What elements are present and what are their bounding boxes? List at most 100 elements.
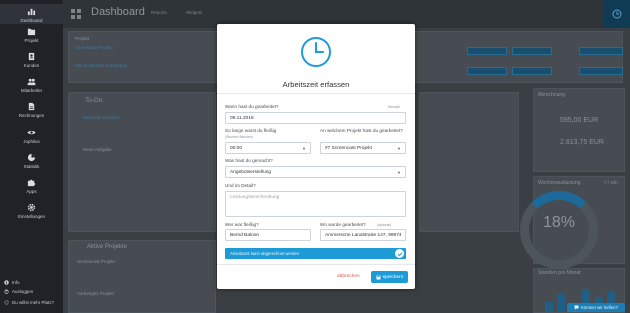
activity-label: Was hast du gemacht? bbox=[225, 158, 273, 163]
puzzle-icon bbox=[27, 179, 36, 187]
info-icon bbox=[4, 280, 9, 285]
todo-title: To-Do bbox=[85, 97, 103, 104]
corner-button[interactable] bbox=[604, 0, 630, 28]
modal-title: Arbeitszeit erfassen bbox=[282, 80, 350, 89]
location-optional-hint: (optional) bbox=[377, 223, 392, 227]
folder-icon bbox=[27, 28, 36, 36]
utilization-value: 18% bbox=[542, 214, 576, 231]
document-icon bbox=[28, 102, 35, 111]
sidebar-item-jophilos[interactable]: Jophilos bbox=[0, 128, 63, 144]
details-placeholder: Leistungsbeschreibung bbox=[230, 195, 280, 200]
sidebar-item-dashboard[interactable]: Dashboard bbox=[0, 4, 63, 24]
start-button[interactable] bbox=[467, 47, 507, 55]
start-button[interactable] bbox=[512, 47, 552, 55]
chevron-down-icon: ▼ bbox=[302, 146, 306, 151]
utilization-fraction: 7 / 40h bbox=[604, 180, 618, 185]
duration-field[interactable]: 00:00 ▼ bbox=[225, 142, 311, 154]
activity-value: Angebotserstellung bbox=[230, 169, 272, 175]
sidebar-item-label: Rechnungen bbox=[18, 113, 45, 118]
sidebar-item-label: Kunden bbox=[23, 63, 40, 68]
billable-label: Arbeitszeit kann abgerechnet werden bbox=[230, 251, 300, 256]
location-field[interactable]: Ammersche Landstraße 147, 99974 bbox=[320, 229, 406, 241]
project-select[interactable]: #7 Screencast Projekt ▼ bbox=[320, 142, 406, 154]
help-button[interactable]: Können wir helfen? bbox=[567, 303, 625, 312]
sidebar-item-label: Projekt bbox=[24, 38, 39, 43]
sidebar-item-kunden[interactable]: Kunden bbox=[0, 52, 63, 68]
active-projects-title: Aktive Projekte bbox=[87, 244, 128, 250]
dashboard-icon bbox=[71, 9, 81, 19]
revenue-value: 2.613,75 EUR bbox=[560, 139, 604, 146]
worker-value: Bernd Baloon bbox=[230, 232, 260, 238]
start-button[interactable] bbox=[579, 67, 623, 75]
activity-select[interactable]: Angebotserstellung ▼ bbox=[225, 166, 406, 178]
widgets-link[interactable]: Widgets bbox=[186, 10, 202, 15]
sidebar-item-projekt[interactable]: Projekt bbox=[0, 27, 63, 43]
bar-chart-icon bbox=[27, 8, 36, 16]
revenue-title: Abrechnung bbox=[538, 92, 565, 98]
todo-item[interactable]: Neue Aufgabe bbox=[83, 147, 112, 152]
active-projects-panel: Aktive Projekte Screencast Projekt Vorhe… bbox=[68, 240, 216, 313]
hours-bar bbox=[557, 293, 566, 312]
utilization-title: Wochenauslastung bbox=[538, 180, 581, 186]
contact-card-icon bbox=[28, 52, 35, 61]
hours-bar bbox=[544, 302, 553, 312]
sidebar-item-rechnungen[interactable]: Rechnungen bbox=[0, 102, 63, 118]
gear-icon bbox=[4, 300, 9, 305]
logout-link[interactable]: Ausloggen bbox=[4, 289, 33, 294]
project-link[interactable]: Screencast Projekt bbox=[75, 45, 113, 50]
clock-icon bbox=[301, 37, 331, 67]
project-value: #7 Screencast Projekt bbox=[325, 145, 372, 151]
date-label: Wann hast du gearbeitet? bbox=[225, 104, 279, 109]
active-project[interactable]: Screencast Projekt bbox=[77, 259, 115, 264]
todo-panel: To-Do Webseite erstellen Neue Aufgabe bbox=[68, 92, 216, 232]
sidebar-item-label: Mitarbeiter bbox=[20, 88, 43, 93]
save-label: speichern bbox=[382, 274, 404, 280]
eye-icon bbox=[27, 130, 36, 135]
worker-label: Wer war fleißig? bbox=[225, 222, 259, 227]
chat-icon bbox=[574, 305, 579, 310]
more-space-link[interactable]: Du willst mehr Platz? bbox=[4, 300, 54, 305]
date-field[interactable]: 09.11.2018 bbox=[225, 112, 406, 124]
revenue-value: 595,00 EUR bbox=[560, 117, 599, 124]
projects-label: Projekt bbox=[75, 36, 90, 41]
details-label: Und im Detail? bbox=[225, 183, 256, 188]
start-button[interactable] bbox=[579, 47, 623, 55]
cancel-button[interactable]: abbrechen bbox=[337, 274, 360, 279]
users-icon bbox=[27, 78, 36, 86]
sidebar-item-einstellungen[interactable]: Einstellungen bbox=[0, 203, 63, 219]
active-project[interactable]: Vorheriges Projekt bbox=[77, 291, 114, 296]
sidebar-item-label: Apps bbox=[26, 189, 37, 194]
project-link[interactable]: Meine nächste Kampagne bbox=[75, 63, 127, 68]
info-link[interactable]: Info bbox=[4, 280, 20, 285]
sidebar-item-label: Statistik bbox=[23, 164, 40, 169]
manual-toggle[interactable]: Manuell bbox=[388, 105, 400, 109]
project-label: An welchem Projekt hast du gearbeitet? bbox=[320, 128, 403, 133]
chevron-down-icon: ▼ bbox=[397, 146, 401, 151]
sidebar-item-label: Jophilos bbox=[23, 139, 40, 144]
start-button[interactable] bbox=[467, 67, 507, 75]
location-value: Ammersche Landstraße 147, 99974 bbox=[325, 232, 401, 238]
start-button[interactable] bbox=[512, 67, 552, 75]
floppy-icon bbox=[376, 275, 381, 279]
sidebar-item-apps[interactable]: Apps bbox=[0, 178, 63, 194]
duration-value: 00:00 bbox=[230, 145, 243, 151]
sidebar-item-statistik[interactable]: Statistik bbox=[0, 153, 63, 169]
hours-title: Stunden pro Monat bbox=[538, 270, 581, 276]
billable-toggle[interactable]: Arbeitszeit kann abgerechnet werden bbox=[225, 248, 406, 259]
pie-chart-icon bbox=[27, 153, 36, 162]
check-icon bbox=[395, 249, 404, 258]
duration-label: So lange warst du fleißig bbox=[225, 128, 277, 133]
reports-link[interactable]: Reports bbox=[151, 10, 167, 15]
todo-item[interactable]: Webseite erstellen bbox=[83, 115, 120, 120]
location-label: Wo wurde gearbeitet? bbox=[320, 222, 366, 227]
help-label: Können wir helfen? bbox=[581, 305, 618, 310]
details-textarea[interactable]: Leistungsbeschreibung bbox=[225, 191, 406, 217]
sidebar-item-mitarbeiter[interactable]: Mitarbeiter bbox=[0, 77, 63, 93]
time-entry-modal: Arbeitszeit erfassen Wann hast du gearbe… bbox=[217, 24, 415, 289]
sidebar-item-label: Einstellungen bbox=[17, 214, 46, 219]
save-button[interactable]: speichern bbox=[371, 271, 408, 283]
page-title: Dashboard bbox=[91, 6, 145, 18]
middle-panel bbox=[419, 92, 519, 232]
sidebar-item-label: Dashboard bbox=[20, 18, 43, 23]
worker-field[interactable]: Bernd Baloon bbox=[225, 229, 311, 241]
